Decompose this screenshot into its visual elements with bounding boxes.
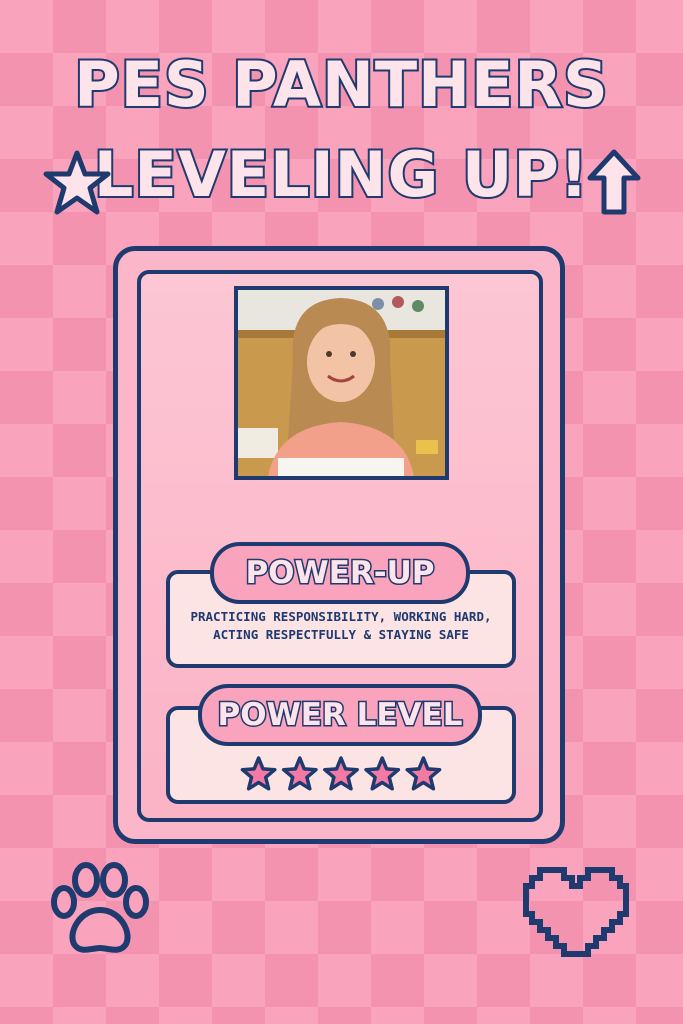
rating-star-icon [364, 756, 401, 791]
rating-star-icon [240, 756, 277, 791]
star-icon [43, 150, 111, 215]
heart-icon [523, 867, 629, 957]
rating-star-icon [281, 756, 318, 791]
power-up-badge: POWER-UP [210, 542, 470, 604]
up-arrow-icon [587, 149, 641, 215]
power-level-stars [240, 756, 442, 791]
power-level-badge: POWER LEVEL [198, 684, 482, 746]
rating-star-icon [323, 756, 359, 791]
rating-star-icon [405, 756, 442, 791]
title-line-1: PES PANTHERS [72, 46, 610, 123]
power-up-description: PRACTICING RESPONSIBILITY, WORKING HARD,… [190, 609, 492, 642]
paw-print-icon [51, 862, 149, 953]
student-photo [234, 286, 449, 480]
